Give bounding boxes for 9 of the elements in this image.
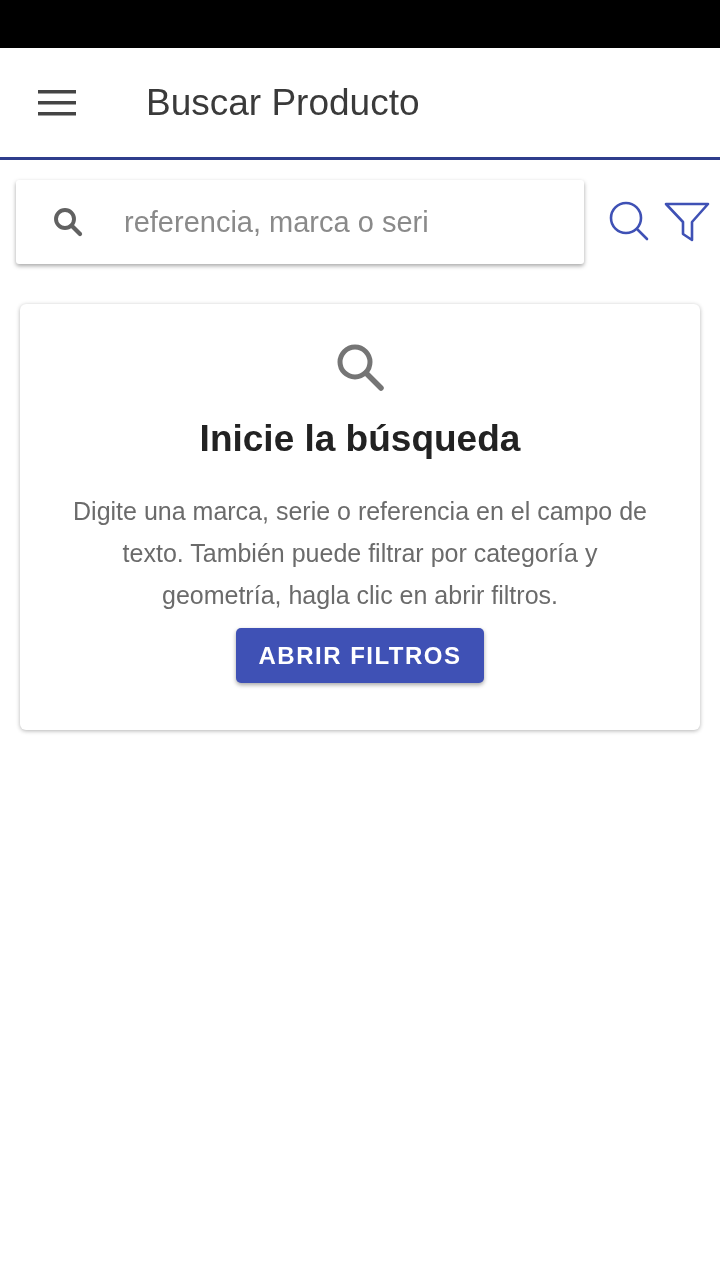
open-filters-button[interactable]: ABRIR FILTROS <box>236 628 484 683</box>
search-icon[interactable] <box>608 201 650 243</box>
page-title: Buscar Producto <box>146 81 420 124</box>
filter-icon[interactable] <box>664 201 710 243</box>
search-icon <box>335 342 385 392</box>
menu-icon[interactable] <box>38 89 76 116</box>
empty-state-title: Inicie la búsqueda <box>199 418 521 460</box>
empty-state-message: Digite una marca, serie o referencia en el campo de texto. También puede filtrar por categoría y geometría, hagla clic en abrir filtros. <box>72 496 648 611</box>
search-field[interactable]: referencia, marca o seri <box>124 205 524 239</box>
